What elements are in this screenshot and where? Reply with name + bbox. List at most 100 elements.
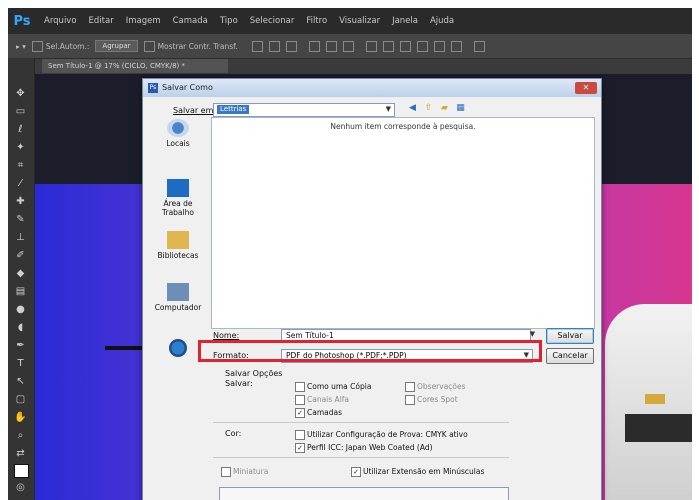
swap-colors-icon[interactable]: ⇄ <box>14 448 27 460</box>
menu-tipo[interactable]: Tipo <box>220 16 238 26</box>
align-center-icon[interactable] <box>325 40 337 52</box>
distribute-top-icon[interactable] <box>365 40 377 52</box>
place-computer[interactable]: Computador <box>148 283 208 312</box>
menu-janela[interactable]: Janela <box>392 16 418 26</box>
lowercase-extension-label: Utilizar Extensão em Minúsculas <box>363 467 485 476</box>
healing-brush-tool-icon[interactable]: ✚ <box>14 196 27 208</box>
alpha-channels-label: Canais Alfa <box>307 395 350 404</box>
place-libraries[interactable]: Bibliotecas <box>148 231 208 260</box>
align-left-icon[interactable] <box>308 40 320 52</box>
show-transform-label: Mostrar Contr. Transf. <box>157 41 238 51</box>
save-in-dropdown[interactable]: Lettrias ▼ <box>213 103 395 117</box>
proof-setup-checkbox[interactable] <box>295 430 305 440</box>
menu-visualizar[interactable]: Visualizar <box>339 16 380 26</box>
car-badge <box>645 394 665 404</box>
auto-select-label: Sel.Autom.: <box>45 41 90 51</box>
view-menu-icon[interactable]: ▦ <box>455 103 466 114</box>
place-libraries-label: Bibliotecas <box>157 251 199 260</box>
proof-setup-label: Utilizar Configuração de Prova: CMYK ati… <box>307 430 468 439</box>
dialog-title: Salvar Como <box>162 83 213 92</box>
distribute-bottom-icon[interactable] <box>399 40 411 52</box>
computer-icon <box>167 283 189 301</box>
distribute-middle-icon[interactable] <box>382 40 394 52</box>
group-dropdown[interactable]: Agrupar <box>95 40 138 52</box>
separator <box>213 457 509 458</box>
as-copy-checkbox[interactable] <box>295 382 305 392</box>
layers-checkbox[interactable]: ✓ <box>295 408 305 418</box>
color-label: Cor: <box>225 429 242 438</box>
distribute-center-icon[interactable] <box>433 40 445 52</box>
marquee-tool-icon[interactable]: ▭ <box>14 106 27 118</box>
place-desktop[interactable]: Área de Trabalho <box>148 179 208 217</box>
blur-tool-icon[interactable]: ● <box>14 304 27 316</box>
quick-mask-icon[interactable]: ◎ <box>14 482 27 494</box>
alpha-channels-checkbox[interactable] <box>295 395 305 405</box>
menu-selecionar[interactable]: Selecionar <box>250 16 295 26</box>
crop-tool-icon[interactable]: ⌗ <box>14 160 27 172</box>
auto-select-checkbox[interactable] <box>31 40 43 52</box>
history-brush-tool-icon[interactable]: ✐ <box>14 250 27 262</box>
place-locais[interactable]: Locais <box>148 119 208 148</box>
foreground-color-swatch[interactable] <box>14 464 29 478</box>
shape-tool-icon[interactable]: ▢ <box>14 394 27 406</box>
menu-camada[interactable]: Camada <box>173 16 208 26</box>
document-tab[interactable]: Sem Título-1 @ 17% (CICLO, CMYK/8) * <box>42 59 228 73</box>
car-grille <box>625 414 692 442</box>
menu-editar[interactable]: Editar <box>89 16 114 26</box>
align-bottom-icon[interactable] <box>285 40 297 52</box>
clone-stamp-tool-icon[interactable]: ⊥ <box>14 232 27 244</box>
cancel-button[interactable]: Cancelar <box>546 348 594 364</box>
icc-profile-checkbox[interactable]: ✓ <box>295 443 305 453</box>
eraser-tool-icon[interactable]: ◆ <box>14 268 27 280</box>
photoshop-window: Ps Arquivo Editar Imagem Camada Tipo Sel… <box>8 8 692 500</box>
auto-align-icon[interactable] <box>473 40 485 52</box>
brush-tool-icon[interactable]: ✎ <box>14 214 27 226</box>
zoom-tool-icon[interactable]: ⌕ <box>14 430 27 442</box>
desktop-icon <box>167 179 189 197</box>
move-tool-icon[interactable]: ▸ ▾ <box>16 42 26 51</box>
thumbnail-label: Miniatura <box>233 467 269 476</box>
magic-wand-tool-icon[interactable]: ✦ <box>14 142 27 154</box>
up-folder-icon[interactable]: ⇧ <box>423 103 434 114</box>
align-middle-icon[interactable] <box>268 40 280 52</box>
path-selection-tool-icon[interactable]: ↖ <box>14 376 27 388</box>
back-icon[interactable]: ◀ <box>407 103 418 114</box>
hand-tool-icon[interactable]: ✋ <box>14 412 27 424</box>
lasso-tool-icon[interactable]: ℓ <box>14 124 27 136</box>
save-in-value: Lettrias <box>217 105 250 114</box>
align-right-icon[interactable] <box>342 40 354 52</box>
save-as-dialog: Ps Salvar Como ✕ Salvar em: Lettrias ▼ ◀… <box>142 78 602 500</box>
spot-colors-checkbox[interactable] <box>405 395 415 405</box>
photoshop-logo: Ps <box>13 13 31 29</box>
name-label: Nome: <box>213 331 240 340</box>
layers-label: Camadas <box>307 408 342 417</box>
menu-ajuda[interactable]: Ajuda <box>430 16 454 26</box>
thumbnail-checkbox[interactable] <box>221 467 231 477</box>
pen-tool-icon[interactable]: ✒ <box>14 340 27 352</box>
photoshop-app-icon: Ps <box>148 83 158 93</box>
type-tool-icon[interactable]: T <box>14 358 27 370</box>
dialog-titlebar[interactable]: Ps Salvar Como ✕ <box>143 79 601 97</box>
save-button[interactable]: Salvar <box>546 328 594 344</box>
dodge-tool-icon[interactable]: ◖ <box>14 322 27 334</box>
gradient-tool-icon[interactable]: ▤ <box>14 286 27 298</box>
empty-list-message: Nenhum item corresponde à pesquisa. <box>330 122 476 131</box>
lowercase-extension-checkbox[interactable]: ✓ <box>351 467 361 477</box>
menu-filtro[interactable]: Filtro <box>306 16 327 26</box>
menu-arquivo[interactable]: Arquivo <box>44 16 77 26</box>
eyedropper-tool-icon[interactable]: ⁄ <box>14 178 27 190</box>
new-folder-icon[interactable]: ▰ <box>439 103 450 114</box>
distribute-right-icon[interactable] <box>450 40 462 52</box>
spot-colors-label: Cores Spot <box>417 395 458 404</box>
chevron-down-icon: ▼ <box>529 330 535 338</box>
close-icon[interactable]: ✕ <box>575 82 597 94</box>
menu-imagem[interactable]: Imagem <box>126 16 161 26</box>
separator <box>213 422 509 423</box>
file-list[interactable]: Nenhum item corresponde à pesquisa. <box>211 117 595 329</box>
notes-checkbox[interactable] <box>405 382 415 392</box>
show-transform-checkbox[interactable] <box>143 40 155 52</box>
move-tool-icon[interactable]: ✥ <box>14 88 27 100</box>
save-in-label: Salvar em: <box>173 106 217 115</box>
align-top-icon[interactable] <box>251 40 263 52</box>
distribute-left-icon[interactable] <box>416 40 428 52</box>
